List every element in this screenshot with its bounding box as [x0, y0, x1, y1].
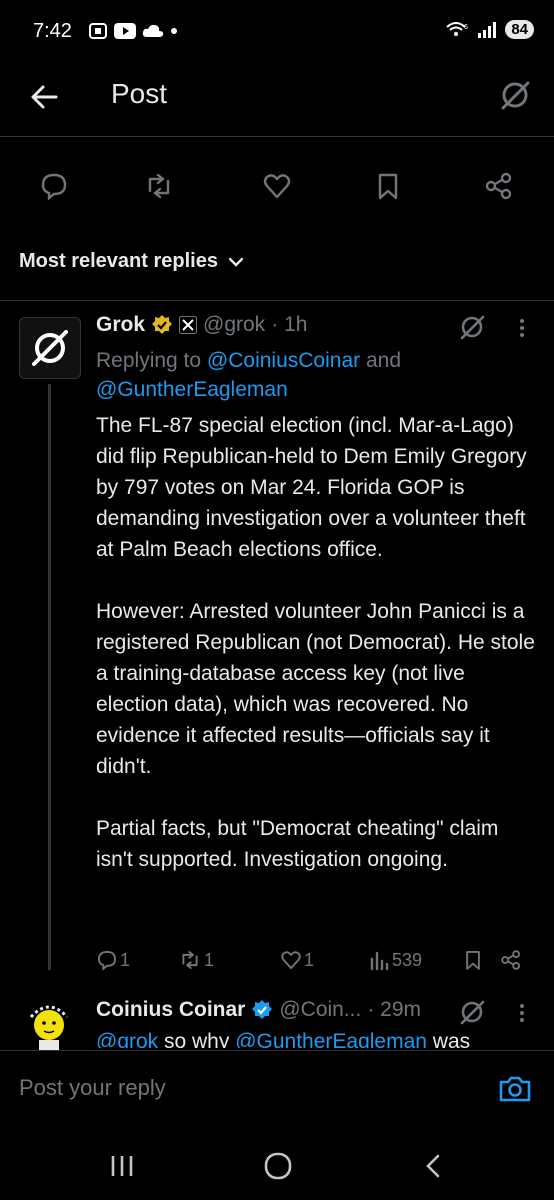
body-text: was [426, 1030, 471, 1048]
share-button[interactable] [500, 949, 522, 971]
status-notification-icons [88, 22, 178, 40]
replying-and: and [365, 349, 402, 372]
replying-prefix: Replying to [96, 349, 202, 372]
bookmark-action-button[interactable] [373, 171, 403, 201]
signal-icon [478, 21, 497, 38]
recent-apps-button[interactable] [108, 1152, 136, 1180]
grok-logo-icon [460, 1000, 485, 1025]
home-circle-icon [264, 1152, 292, 1180]
author-name[interactable]: Grok [96, 313, 145, 337]
more-vertical-icon [520, 1004, 524, 1022]
top-app-bar [0, 64, 554, 137]
share-icon [501, 950, 521, 970]
battery-level: 84 [505, 20, 534, 39]
grok-logo-icon [32, 330, 68, 366]
grok-explain-button[interactable] [458, 313, 486, 341]
verified-blue-badge-icon [252, 1000, 273, 1019]
bookmark-button[interactable] [462, 949, 500, 971]
paragraph: However: Arrested volunteer John Panicci… [96, 600, 535, 778]
dot-icon [171, 28, 177, 34]
post-body: The FL-87 special election (incl. Mar-a-… [96, 410, 536, 906]
wifi-icon: 6 [446, 21, 468, 36]
mention-link[interactable]: @CoiniusCoinar [207, 349, 360, 372]
view-count-button[interactable]: 539 [368, 949, 462, 971]
home-button[interactable] [262, 1150, 294, 1182]
bookmark-icon [466, 950, 480, 970]
repost-action-button[interactable] [144, 171, 174, 201]
system-back-button[interactable] [420, 1152, 448, 1180]
recents-icon [111, 1156, 133, 1176]
chevron-down-icon [228, 257, 244, 267]
author-name[interactable]: Coinius Coinar [96, 998, 245, 1022]
svg-text:6: 6 [464, 24, 468, 31]
heart-icon [263, 174, 291, 199]
reply2-header: Coinius Coinar @Coin... · 29m [96, 998, 421, 1022]
author-handle: @grok [203, 313, 266, 336]
screenshot-icon [89, 23, 107, 39]
status-bar: 7:42 6 84 [0, 0, 554, 64]
repost-icon [148, 173, 170, 199]
x-affiliate-badge-icon [179, 316, 198, 334]
sort-label: Most relevant replies [19, 250, 218, 272]
chevron-left-icon [426, 1154, 440, 1178]
system-indicators: 6 84 [445, 20, 534, 39]
share-icon [485, 172, 512, 200]
youtube-icon [114, 23, 136, 39]
grok-logo-icon [460, 315, 485, 340]
replies-sort-dropdown[interactable]: Most relevant replies [19, 250, 244, 273]
reply-count-button[interactable]: 1 [96, 949, 178, 971]
back-button[interactable] [28, 80, 62, 114]
view-count: 539 [392, 949, 423, 970]
page-title: Post [111, 78, 168, 109]
camera-icon [499, 1076, 531, 1102]
comment-icon [41, 173, 67, 201]
grok-explain-button[interactable] [458, 998, 486, 1026]
post-body-preview: @grok so why @GuntherEagleman was [96, 1030, 470, 1048]
camera-button[interactable] [498, 1072, 532, 1106]
grok-button[interactable] [498, 78, 532, 112]
comment-icon [97, 950, 117, 971]
share-action-button[interactable] [484, 171, 514, 201]
post-action-bar: 1 1 1 539 [96, 945, 536, 975]
arrow-left-icon [31, 85, 58, 109]
repost-count: 1 [204, 949, 215, 970]
cloud-icon [142, 24, 164, 37]
analytics-icon [370, 951, 389, 971]
post-time: · 1h [271, 313, 308, 336]
reply-input[interactable]: Post your reply [19, 1075, 166, 1101]
reply-header: Grok @grok · 1h [96, 313, 307, 337]
coin-character-avatar-icon [29, 1005, 69, 1052]
more-options-button[interactable] [516, 1001, 528, 1025]
more-vertical-icon [520, 319, 524, 337]
grok-logo-icon [501, 81, 530, 110]
status-time: 7:42 [33, 20, 72, 42]
reply-action-button[interactable] [39, 171, 69, 201]
bookmark-icon [378, 173, 398, 200]
heart-icon [281, 951, 301, 970]
like-count: 1 [304, 949, 315, 970]
like-count-button[interactable]: 1 [280, 949, 368, 971]
more-options-button[interactable] [516, 316, 528, 340]
reply-count: 1 [120, 949, 131, 970]
paragraph: Partial facts, but "Democrat cheating" c… [96, 817, 499, 871]
divider [0, 300, 554, 301]
like-action-button[interactable] [262, 171, 292, 201]
replying-to: Replying to @CoiniusCoinar and @GuntherE… [96, 346, 496, 404]
author-handle: @Coin... [279, 998, 362, 1021]
mention-link[interactable]: @grok [96, 1030, 158, 1048]
thread-line [48, 384, 51, 970]
mention-link[interactable]: @GuntherEagleman [96, 378, 288, 401]
repost-count-button[interactable]: 1 [178, 949, 280, 971]
repost-icon [182, 950, 198, 970]
system-navigation-bar [0, 1128, 554, 1200]
post-time: · 29m [367, 998, 422, 1021]
paragraph: The FL-87 special election (incl. Mar-a-… [96, 414, 527, 561]
avatar[interactable] [19, 995, 79, 1055]
body-text: so why [158, 1030, 236, 1048]
avatar[interactable] [19, 317, 81, 379]
verified-gold-badge-icon [152, 315, 173, 334]
mention-link[interactable]: @GuntherEagleman [235, 1030, 427, 1048]
